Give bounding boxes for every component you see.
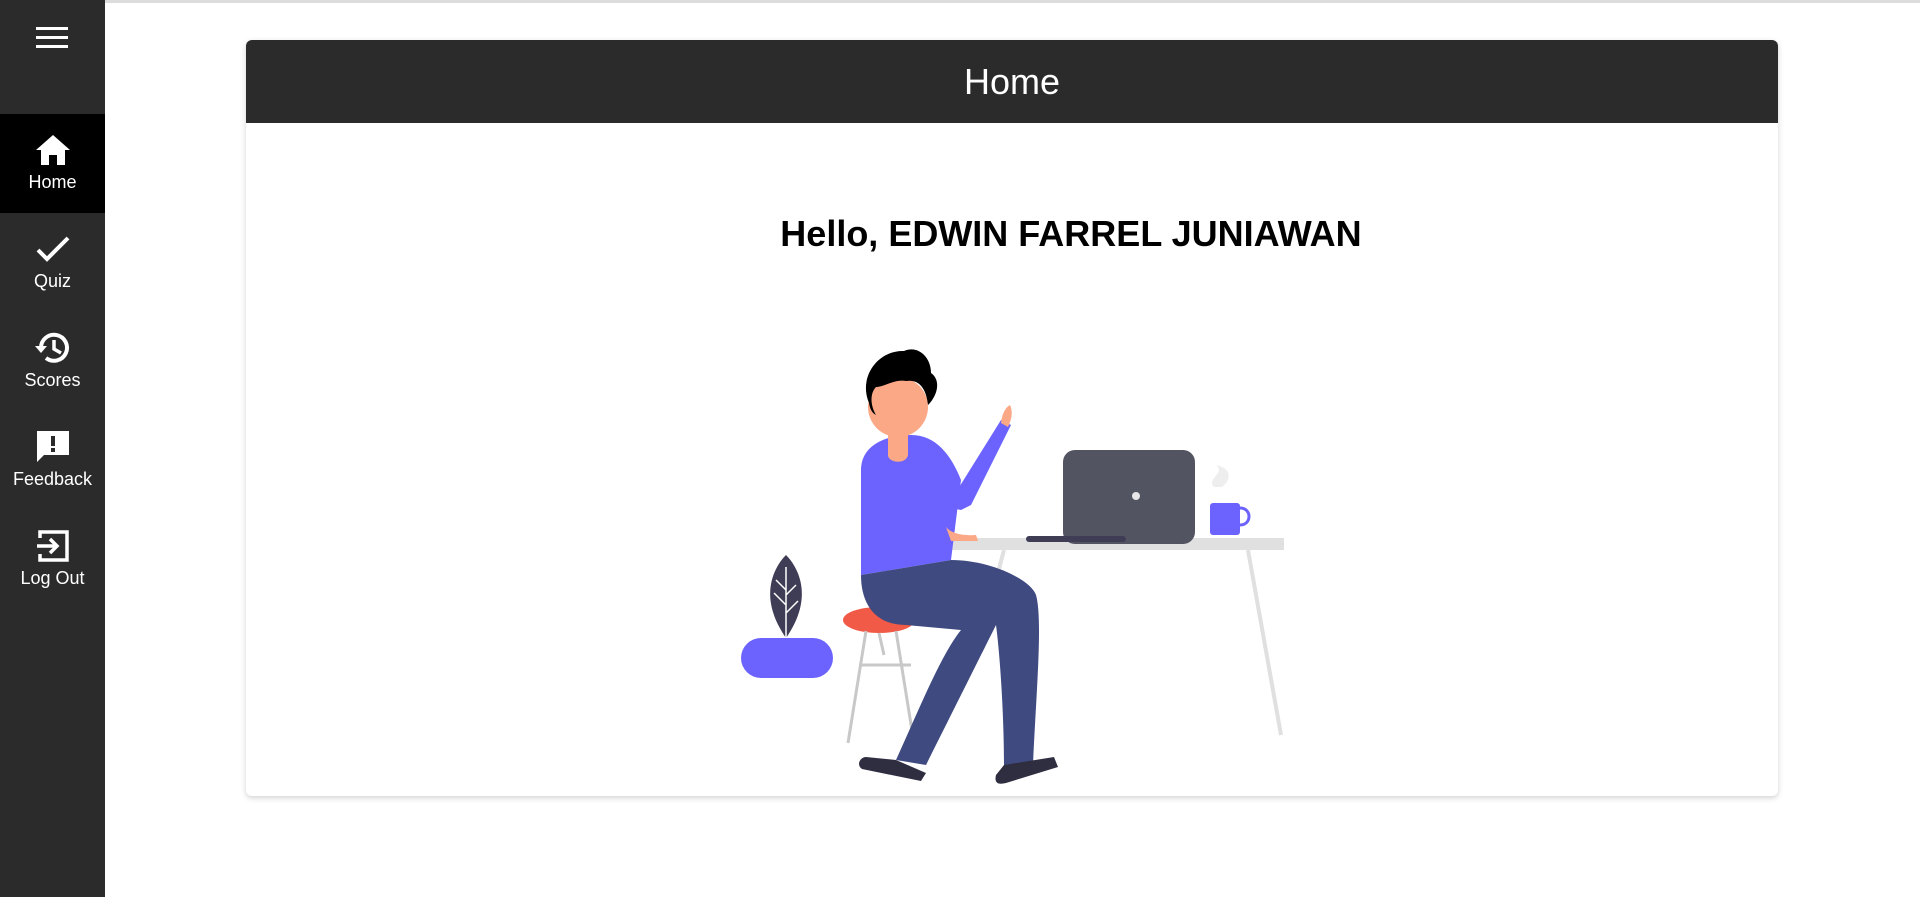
person-at-laptop-illustration bbox=[741, 349, 1284, 784]
history-icon bbox=[33, 328, 73, 368]
sidebar-item-home[interactable]: Home bbox=[0, 114, 105, 213]
home-icon bbox=[33, 130, 73, 170]
menu-bar bbox=[36, 27, 68, 30]
logout-icon bbox=[33, 526, 73, 566]
sidebar-item-label: Home bbox=[28, 172, 77, 192]
greeting-heading: Hello, EDWIN FARREL JUNIAWAN bbox=[780, 213, 1362, 254]
sidebar-item-logout[interactable]: Log Out bbox=[0, 510, 105, 609]
sidebar-item-label: Log Out bbox=[20, 568, 85, 588]
stool-illustration bbox=[843, 607, 916, 744]
check-icon bbox=[33, 229, 73, 269]
laptop-illustration bbox=[1026, 450, 1195, 544]
sidebar-item-scores[interactable]: Scores bbox=[0, 312, 105, 411]
page-title: Home bbox=[963, 60, 1061, 102]
sidebar-item-feedback[interactable]: Feedback bbox=[0, 411, 105, 510]
top-border bbox=[0, 0, 1920, 3]
plant-illustration bbox=[741, 555, 833, 678]
sidebar-item-quiz[interactable]: Quiz bbox=[0, 213, 105, 312]
hamburger-menu-button[interactable] bbox=[36, 27, 68, 51]
mug-illustration bbox=[1210, 465, 1251, 535]
sidebar-item-label: Feedback bbox=[12, 469, 93, 489]
menu-bar bbox=[36, 45, 68, 48]
person-illustration bbox=[859, 349, 1058, 784]
home-card: Home Hello, EDWIN FARREL JUNIAWAN bbox=[246, 40, 1778, 796]
sidebar-item-label: Quiz bbox=[33, 271, 71, 291]
card-header: Home bbox=[246, 40, 1778, 123]
sidebar: Home Quiz Scores Feedback Log Out bbox=[0, 0, 105, 897]
menu-bar bbox=[36, 36, 68, 39]
feedback-icon bbox=[33, 427, 73, 467]
sidebar-item-label: Scores bbox=[24, 370, 81, 390]
